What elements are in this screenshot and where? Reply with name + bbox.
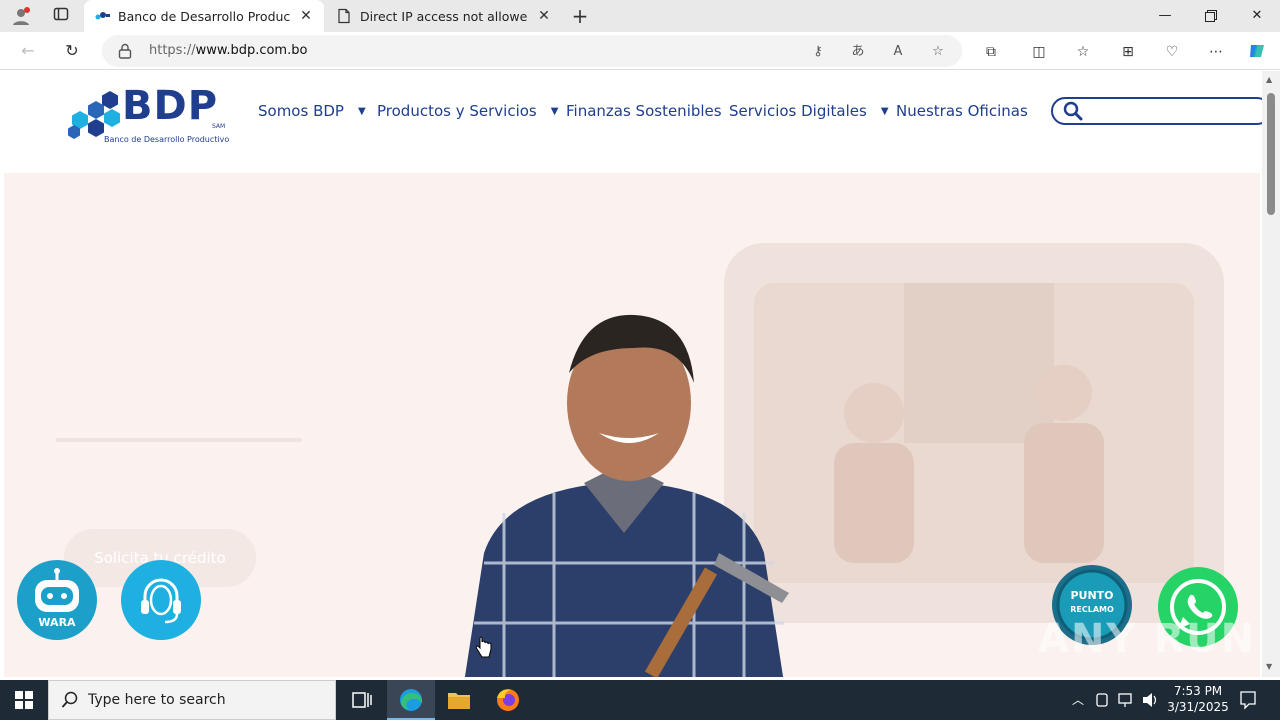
reclamo-label-2: RECLAMO: [1070, 605, 1114, 614]
taskbar-clock[interactable]: 7:53 PM 3/31/2025: [1160, 683, 1236, 715]
profile-icon[interactable]: [10, 6, 32, 26]
tray-chevron-up-icon[interactable]: ︿: [1070, 680, 1086, 720]
bdp-favicon-icon: [94, 8, 110, 24]
clock-time: 7:53 PM: [1173, 684, 1223, 698]
clock-date: 3/31/2025: [1167, 700, 1229, 714]
windows-start-icon[interactable]: [0, 680, 48, 720]
caret-down-icon: ▼: [880, 105, 889, 117]
headset-icon: [141, 578, 181, 624]
split-screen-icon[interactable]: ◫: [1028, 41, 1050, 63]
url-text: https://www.bdp.com.bo: [149, 43, 307, 58]
logo-text: BDP: [122, 83, 219, 129]
lock-icon: [118, 43, 132, 59]
scroll-up-icon[interactable]: ▲: [1266, 75, 1272, 84]
menu-finanzas-sostenibles[interactable]: Finanzas Sostenibles: [566, 102, 722, 120]
firefox-icon[interactable]: [484, 680, 532, 720]
minimize-icon[interactable]: —: [1142, 0, 1188, 32]
copilot-icon[interactable]: [1246, 41, 1268, 63]
collections-icon[interactable]: ⊞: [1117, 41, 1139, 63]
browser-essentials-icon[interactable]: ♡: [1161, 41, 1183, 63]
edge-taskbar-icon[interactable]: [387, 680, 435, 720]
caret-down-icon: ▼: [550, 105, 559, 117]
browser-tab-bar: Banco de Desarrollo Productivo - ✕ Direc…: [0, 0, 1280, 32]
page-scrollbar[interactable]: ▲ ▼: [1262, 71, 1280, 677]
menu-somos-bdp[interactable]: Somos BDP ▼: [258, 102, 366, 120]
tab-title: Direct IP access not allowed | Clo: [360, 8, 528, 24]
tab-actions-icon[interactable]: [50, 6, 72, 26]
favorites-icon[interactable]: ☆: [1072, 41, 1094, 63]
site-search-input[interactable]: [1051, 97, 1262, 125]
file-explorer-icon[interactable]: [435, 680, 483, 720]
menu-label: Finanzas Sostenibles: [566, 102, 722, 120]
address-bar[interactable]: https://www.bdp.com.bo ⚷ あ A ☆: [102, 35, 962, 67]
close-tab-icon[interactable]: ✕: [536, 8, 552, 24]
refresh-icon[interactable]: ↻: [60, 40, 84, 62]
logo-subtitle: Banco de Desarrollo Productivo: [104, 135, 230, 144]
key-icon[interactable]: ⚷: [808, 43, 828, 61]
windows-taskbar: Type here to search ︿ 7:53 PM 3/31/2025: [0, 680, 1280, 720]
volume-icon[interactable]: [1141, 680, 1159, 720]
translate-icon[interactable]: あ: [848, 43, 868, 61]
bdp-logo[interactable]: BDP SAM Banco de Desarrollo Productivo: [66, 83, 230, 147]
task-view-icon[interactable]: [338, 680, 386, 720]
page-viewport: BDP SAM Banco de Desarrollo Productivo S…: [0, 71, 1262, 677]
scroll-down-icon[interactable]: ▼: [1266, 662, 1272, 671]
more-menu-icon[interactable]: ⋯: [1205, 41, 1227, 63]
search-icon: [61, 691, 79, 713]
close-tab-icon[interactable]: ✕: [298, 8, 314, 24]
notifications-icon[interactable]: [1238, 680, 1258, 720]
wara-label: WARA: [38, 616, 76, 629]
network-icon[interactable]: [1117, 680, 1135, 720]
site-header: BDP SAM Banco de Desarrollo Productivo S…: [0, 71, 1262, 171]
scrollbar-thumb[interactable]: [1267, 93, 1275, 215]
hero-title-placeholder: [56, 438, 302, 442]
read-aloud-icon[interactable]: A: [888, 43, 908, 61]
menu-productos-servicios[interactable]: Productos y Servicios ▼: [377, 102, 558, 120]
hero-person-image: [444, 303, 804, 677]
favorite-star-icon[interactable]: ☆: [928, 43, 948, 61]
reclamo-label-1: PUNTO: [1070, 589, 1114, 602]
wara-chatbot-button[interactable]: WARA: [17, 560, 97, 640]
close-window-icon[interactable]: ✕: [1234, 0, 1280, 32]
page-icon: [336, 8, 352, 24]
extensions-icon[interactable]: ⧉: [980, 41, 1002, 63]
new-tab-icon[interactable]: +: [568, 4, 592, 28]
tab-title: Banco de Desarrollo Productivo -: [118, 8, 290, 24]
url-prefix: https://: [149, 43, 196, 58]
address-toolbar: ← ↻ https://www.bdp.com.bo ⚷ あ A ☆ ⧉ ◫ ☆…: [0, 32, 1280, 70]
caret-down-icon: ▼: [357, 105, 366, 117]
search-icon[interactable]: [1063, 101, 1083, 121]
anyrun-watermark: ANY RUN: [1038, 616, 1257, 662]
support-agent-button[interactable]: [121, 560, 201, 640]
menu-label: Servicios Digitales: [729, 102, 867, 120]
menu-label: Somos BDP: [258, 102, 344, 120]
logo-sam: SAM: [212, 123, 226, 130]
menu-nuestras-oficinas[interactable]: Nuestras Oficinas: [896, 102, 1028, 120]
taskbar-search-box[interactable]: Type here to search: [48, 680, 336, 720]
tab-direct-ip[interactable]: Direct IP access not allowed | Clo ✕: [326, 0, 562, 32]
url-domain: www.bdp.com.bo: [195, 43, 308, 58]
hand-cursor-icon: [474, 636, 492, 662]
tab-bdp[interactable]: Banco de Desarrollo Productivo - ✕: [84, 0, 324, 32]
menu-servicios-digitales[interactable]: Servicios Digitales ▼: [729, 102, 889, 120]
tray-device-icon[interactable]: [1094, 680, 1110, 720]
menu-label: Productos y Servicios: [377, 102, 537, 120]
back-icon[interactable]: ←: [16, 40, 40, 62]
taskbar-search-placeholder: Type here to search: [88, 692, 226, 708]
menu-label: Nuestras Oficinas: [896, 102, 1028, 120]
restore-icon[interactable]: [1188, 0, 1234, 32]
